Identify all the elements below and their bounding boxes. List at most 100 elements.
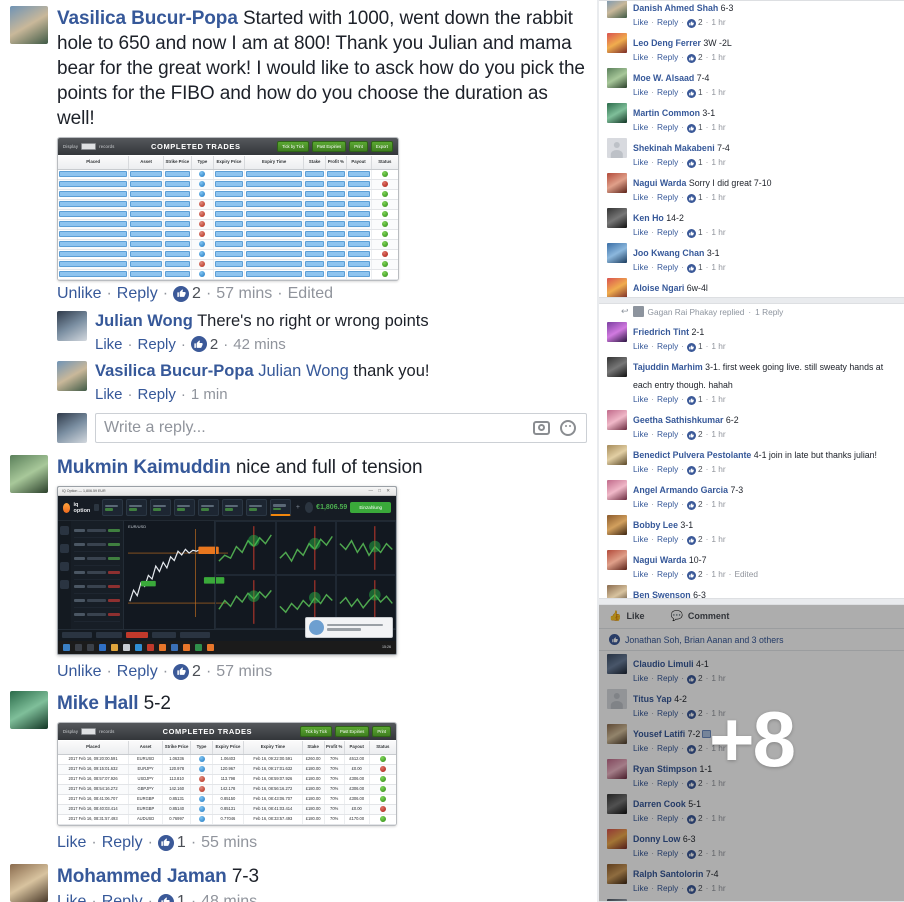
col-expiry-time[interactable]: Expiry Time [244,740,303,754]
timestamp[interactable]: 1 hr [711,813,725,823]
reply-button[interactable]: Reply [657,778,678,788]
timestamp[interactable]: 1 hr [711,499,725,509]
comment-author[interactable]: Ralph Santolorin [633,869,706,879]
avatar[interactable] [607,68,627,88]
like-count-icon[interactable] [686,343,696,352]
taskbar-app-icon[interactable] [123,643,130,651]
reply-button[interactable]: Reply [657,192,678,202]
footer-item[interactable] [62,632,92,639]
past-expiries-button[interactable]: Past Expiries [334,725,370,737]
asset-tab[interactable] [174,499,195,517]
like-count-icon[interactable] [686,54,696,63]
col-payout[interactable]: Payout [345,740,370,754]
avatar[interactable] [607,138,627,158]
comment-author[interactable]: Shekinah Makabeni [633,143,717,153]
reply-author[interactable]: Julian Wong [95,312,193,330]
like-count-icon[interactable] [686,431,696,440]
like-count-icon[interactable] [157,893,174,902]
avatar[interactable] [57,360,87,391]
like-count-icon[interactable] [686,229,696,238]
comment-author[interactable]: Mukmin Kaimuddin [57,457,231,478]
like-button[interactable]: Like [95,336,123,353]
like-button[interactable]: Like [633,341,648,351]
taskbar-app-icon[interactable] [135,643,142,651]
asset-tab[interactable] [102,499,124,517]
comment-author[interactable]: Ben Swenson [633,590,693,598]
avatar[interactable] [607,1,627,18]
comment-action[interactable]: 💬 Comment [670,611,729,622]
table-row[interactable]: 2017 Feb 16, 08:31:57.493 AUDUSD 0.76997 0.… [58,814,396,825]
comment-author[interactable]: Tajuddin Marhim [633,362,705,372]
col-profit[interactable]: Profit % [326,156,347,169]
timestamp[interactable]: 57 mins [216,663,272,681]
position-row[interactable] [73,524,121,538]
main-price-chart[interactable]: EUR/USD [124,520,229,629]
timestamp[interactable]: 1 hr [711,17,725,27]
past-expiries-button[interactable]: Past Expiries [311,141,347,152]
avatar[interactable] [10,863,48,902]
table-row[interactable] [58,249,398,260]
timestamp[interactable]: 1 hr [711,262,725,272]
reply-button[interactable]: Reply [657,883,678,893]
asset-tab[interactable] [197,499,219,517]
reply-button[interactable]: Reply [657,499,678,509]
timestamp[interactable]: 1 hr [711,87,725,97]
account-avatar-icon[interactable] [304,502,314,514]
taskbar-search-icon[interactable] [75,643,82,651]
position-row[interactable] [73,552,121,566]
unlike-button[interactable]: Unlike [57,285,101,303]
table-row[interactable]: 2017 Feb 16, 08:54:16.272 GBPJPY 142.160 14… [58,784,396,795]
col-status[interactable]: Status [372,156,398,169]
like-count-icon[interactable] [686,264,696,273]
reply-button[interactable]: Reply [657,17,678,27]
timestamp[interactable]: 1 hr [711,673,725,683]
likers-summary[interactable]: Jonathan Soh, Brian Aanan and 3 others [599,629,904,651]
like-button[interactable]: Like [633,673,648,683]
like-count-icon[interactable] [686,19,696,28]
like-button[interactable]: Like [633,122,648,132]
avatar[interactable] [10,454,48,493]
attachment-trade-table-2[interactable]: Display records COMPLETED TRADES Tick by… [57,721,397,826]
avatar[interactable] [607,278,627,297]
like-button[interactable]: Like [633,52,648,62]
timestamp[interactable]: 1 hr [711,157,725,167]
like-button[interactable]: Like [633,534,648,544]
comment-author[interactable]: Angel Armando Garcia [633,485,730,495]
reply-mention[interactable]: Julian Wong [258,362,349,380]
reply-author[interactable]: Vasilica Bucur-Popa [95,362,254,380]
reply-button[interactable]: Reply [138,336,176,353]
like-count-icon[interactable] [686,159,696,168]
avatar[interactable] [607,864,627,884]
taskbar-app-icon[interactable] [159,643,166,651]
timestamp[interactable]: 42 mins [233,336,286,353]
table-row[interactable] [58,219,398,230]
footer-item[interactable] [180,632,210,639]
like-button[interactable]: Like [633,464,648,474]
col-expiry-time[interactable]: Expiry Time [245,156,305,169]
taskbar-app-icon[interactable] [99,643,106,651]
reply-button[interactable]: Reply [657,394,678,404]
comment-author[interactable]: Danish Ahmed Shah [633,3,721,13]
table-row[interactable] [58,269,398,280]
avatar[interactable] [607,585,627,598]
avatar[interactable] [607,243,627,263]
comment-author[interactable]: Claudio Limuli [633,659,696,669]
timestamp[interactable]: 1 hr [711,883,725,893]
like-count-icon[interactable] [190,336,207,353]
like-count-icon[interactable] [686,501,696,510]
col-expiry-price[interactable]: Expiry Price [213,740,244,754]
position-row[interactable] [73,608,121,622]
asset-tab[interactable] [221,499,243,517]
reply-count-label[interactable]: 1 Reply [755,307,783,317]
taskbar-app-icon[interactable] [183,643,190,651]
like-count-icon[interactable] [686,194,696,203]
col-profit[interactable]: Profit % [325,740,345,754]
like-button[interactable]: Like [633,394,648,404]
timestamp[interactable]: 48 mins [201,893,257,902]
reply-input-placeholder[interactable]: Write a reply... [104,419,533,437]
taskbar-taskview-icon[interactable] [87,643,94,651]
reply-button[interactable]: Reply [102,834,143,852]
asset-tab[interactable] [245,499,267,517]
footer-alert[interactable] [126,632,148,639]
avatar[interactable] [607,103,627,123]
